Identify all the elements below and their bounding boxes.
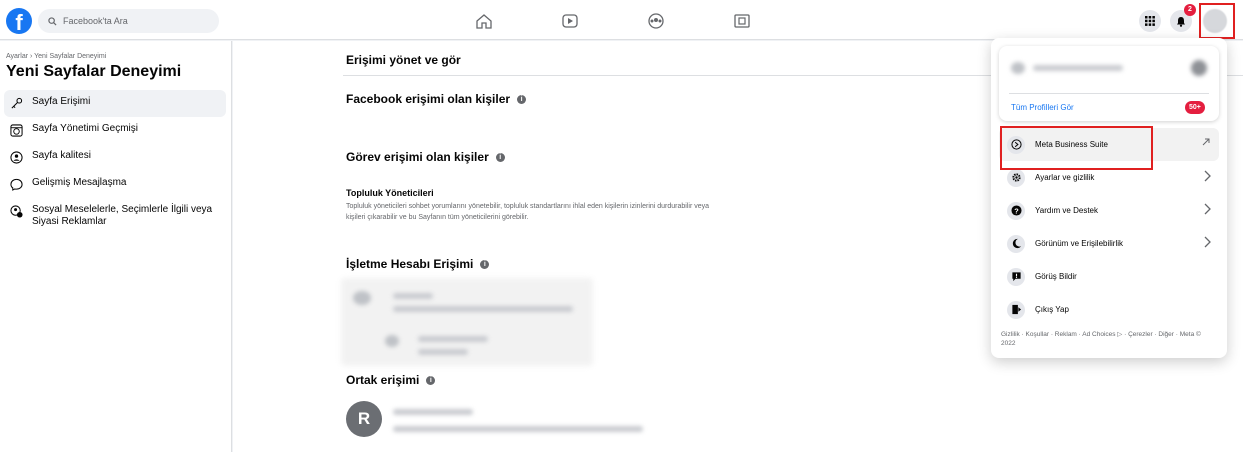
menu-item-help-support[interactable]: ? Yardım ve Destek [999,194,1219,227]
redacted-text [393,409,473,415]
sidebar-item-management-history[interactable]: Sayfa Yönetimi Geçmişi [4,117,226,144]
account-highlight-box [1199,3,1235,39]
gear-icon [1007,168,1025,187]
meta-business-suite-highlight-box [1000,126,1153,170]
info-icon[interactable]: i [517,94,527,104]
sidebar-item-political-ads[interactable]: Sosyal Meselelerle, Seçimlerle İlgili ve… [4,198,226,238]
chevron-right-icon [1203,170,1211,184]
search-icon [48,16,57,26]
top-navbar: f Facebook'ta Ara 2 [0,0,1243,40]
key-icon [8,96,24,110]
section-title-manage-access: Erişimi yönet ve gör [346,53,461,67]
watch-icon[interactable] [556,9,584,33]
groups-icon[interactable] [642,9,670,33]
account-dropdown-menu: Tüm Profilleri Gör 50+ Meta Business Sui… [991,38,1227,358]
svg-text:?: ? [1014,206,1019,215]
breadcrumb[interactable]: Ayarlar › Yeni Sayfalar Deneyimi [6,53,106,60]
section-title-task-access: Görev erişimi olan kişiler i [346,150,505,164]
search-input[interactable]: Facebook'ta Ara [63,16,128,26]
feedback-icon [1007,267,1025,286]
logout-icon [1007,300,1025,319]
history-icon [8,123,24,137]
community-managers-description: Topluluk yöneticileri sohbet yorumlarını… [346,203,710,221]
see-all-profiles-link[interactable]: Tüm Profilleri Gör [1011,103,1074,112]
redacted-text [1033,65,1123,71]
moon-icon [1007,234,1025,253]
menu-item-logout[interactable]: Çıkış Yap [999,293,1219,326]
redacted-avatar [385,335,399,347]
notification-count-badge: 2 [1184,4,1196,16]
divider [1009,93,1209,94]
menu-item-display-accessibility[interactable]: Görünüm ve Erişilebilirlik [999,227,1219,260]
sidebar-item-label: Sayfa kalitesi [32,150,91,161]
search-bar[interactable]: Facebook'ta Ara [38,9,219,33]
sidebar-item-label: Gelişmiş Mesajlaşma [32,177,127,188]
profiles-count-badge: 50+ [1185,101,1205,114]
home-icon[interactable] [470,9,498,33]
chevron-right-icon [1203,236,1211,250]
info-icon[interactable]: i [495,152,505,162]
redacted-text [418,349,468,355]
redacted-avatar [353,291,371,305]
menu-grid-icon[interactable] [1139,10,1161,32]
menu-item-give-feedback[interactable]: Görüş Bildir [999,260,1219,293]
redacted-text [393,306,573,312]
section-title-facebook-access: Facebook erişimi olan kişiler i [346,92,527,106]
avatar[interactable]: R [346,401,382,437]
sidebar-item-label: Sayfa Erişimi [32,96,91,107]
message-icon [8,177,24,191]
gaming-icon[interactable] [728,9,756,33]
facebook-logo-icon[interactable]: f [6,8,32,34]
sidebar-item-label: Sayfa Yönetimi Geçmişi [32,123,138,134]
footer-links[interactable]: Gizlilik · Koşullar · Reklam · Ad Choice… [1001,330,1216,348]
sidebar-item-page-quality[interactable]: Sayfa kalitesi [4,144,226,171]
redacted-avatar [1191,60,1207,76]
redacted-text [393,426,643,432]
page-title: Yeni Sayfalar Deneyimi [6,63,182,80]
political-ads-icon [8,204,24,218]
quality-icon [8,150,24,164]
info-icon[interactable]: i [426,375,436,385]
sidebar-item-page-access[interactable]: Sayfa Erişimi [4,90,226,117]
sidebar-item-advanced-messaging[interactable]: Gelişmiş Mesajlaşma [4,171,226,198]
redacted-text [418,336,488,342]
settings-sidebar: Ayarlar › Yeni Sayfalar Deneyimi Yeni Sa… [0,41,232,452]
section-title-business-access: İşletme Hesabı Erişimi i [346,257,490,271]
chevron-right-icon [1203,203,1211,217]
info-icon[interactable]: i [480,259,490,269]
sidebar-item-label: Sosyal Meselelerle, Seçimlerle İlgili ve… [32,204,213,227]
redacted-avatar [1011,62,1025,74]
community-managers-title: Topluluk Yöneticileri [346,188,434,198]
redacted-text [393,293,433,299]
section-title-shared-access: Ortak erişimi i [346,373,436,387]
profile-card[interactable]: Tüm Profilleri Gör 50+ [999,46,1219,121]
external-link-icon [1201,137,1211,149]
help-icon: ? [1007,201,1025,220]
